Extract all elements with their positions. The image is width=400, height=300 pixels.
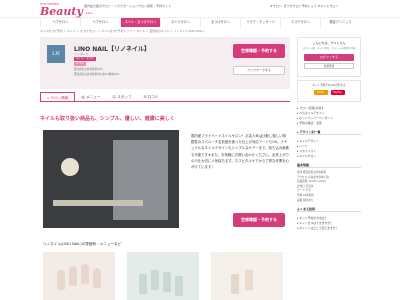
info-row: 設備 個室あり bbox=[297, 198, 314, 202]
login-greeting: こんにちは、ゲストさん bbox=[312, 41, 346, 45]
points-banner[interactable]: ネット予約でPontaが貯まる Ponta PayPay bbox=[297, 80, 361, 102]
basic-info: 住所 愛知県名古屋市緑区 アクセス 名古屋市営地下鉄 営業時間 10:00〜19… bbox=[297, 171, 361, 203]
tab-label: サロン情報 bbox=[50, 96, 69, 100]
header-description: 国内最大級のサロン・リラクゼーションサロン検索・予約サイト bbox=[84, 4, 204, 9]
side-link-list: ▸ サロン(店舗)を探す ▸ 人気ネイルデザイン ▸ ホットペッパーペンダント … bbox=[297, 106, 361, 126]
catch-copy: ネイルも取り扱い商品も、シンプル、優しい、健康に美しく bbox=[40, 116, 175, 122]
gallery-title: リノネイル(LINO NAIL)の雰囲気・メニューなど bbox=[43, 242, 122, 246]
points-title: ネット予約でPontaが貯まる bbox=[312, 84, 346, 87]
login-box: こんにちは、ゲストさん ログイン後、ネイル予約、ポイントの利用が可能 ログインす… bbox=[297, 37, 361, 77]
side-link[interactable]: ▸ ネイルサロン bbox=[297, 154, 361, 159]
product-bottle bbox=[231, 274, 239, 294]
nail-shape bbox=[81, 264, 89, 284]
side-heading: ▸ デザイン別一覧 bbox=[297, 130, 361, 135]
faq-list: ▸ ネット予約の方法は？ ▸ キャンセルはできますか？ ▸ ポイントはどこで使え… bbox=[297, 216, 361, 231]
photo-lamp bbox=[61, 158, 79, 176]
salon-tabs: ⌂ サロン情報 ▤ メニュー ☺ スタッフ ✉ 口コミ bbox=[40, 92, 290, 102]
payment-icons: Ponta PayPay bbox=[298, 90, 360, 95]
salon-logo: LN bbox=[47, 45, 65, 63]
tab-menu[interactable]: ▤ メニュー bbox=[75, 92, 106, 101]
tab-reviews[interactable]: ✉ 口コミ bbox=[138, 92, 165, 101]
salon-photo bbox=[43, 130, 179, 228]
side-link-list: ▸ ネイルデザイン ▸ ハンド ▸ スタイリスト ▸ ネイルサロン bbox=[297, 139, 361, 159]
side-link[interactable]: ▸ 予約の確認・変更 bbox=[297, 121, 361, 126]
gnav-item[interactable]: ネイルサロン bbox=[160, 18, 200, 27]
gnav-item-active[interactable]: ネイル・まつげサロン bbox=[120, 18, 160, 27]
category-badge: ネイル・まつげ bbox=[74, 57, 96, 61]
global-nav: ヘアサロン ヘアサロン ネイル・まつげサロン ネイルサロン まつげサロン リラク… bbox=[40, 18, 360, 27]
header-links[interactable]: ★サロン: まつげサロン予約トップ ★ネイルサロン bbox=[270, 4, 338, 8]
gnav-item[interactable]: エステサロン bbox=[280, 18, 320, 27]
brand-sub: Salon bbox=[86, 12, 93, 15]
product-bottle bbox=[245, 270, 253, 290]
gnav-item[interactable]: ヘアサロン bbox=[80, 18, 120, 27]
gallery-image[interactable] bbox=[127, 252, 199, 300]
ponta-icon: Ponta bbox=[313, 90, 328, 95]
paypay-icon: PayPay bbox=[330, 90, 345, 95]
tab-staff[interactable]: ☺ スタッフ bbox=[106, 92, 137, 101]
photo-wall bbox=[113, 140, 168, 220]
header-desc-line: 国内最大級のサロン・リラクゼーションサロン検索・予約サイト bbox=[84, 4, 171, 8]
side-heading: 基本情報 bbox=[297, 163, 361, 168]
photo-table bbox=[53, 200, 143, 206]
site-logo[interactable]: Beauty bbox=[40, 5, 83, 18]
login-button[interactable]: ログインする bbox=[304, 53, 354, 61]
tab-label: 口コミ bbox=[147, 95, 159, 99]
category-badge: ネイル bbox=[74, 62, 86, 66]
sidebar: こんにちは、ゲストさん ログイン後、ネイル予約、ポイントの利用が可能 ログインす… bbox=[297, 37, 361, 300]
product-bottle bbox=[139, 274, 147, 294]
gallery bbox=[43, 252, 293, 300]
product-bottle bbox=[163, 272, 171, 292]
product-bottle bbox=[175, 276, 183, 296]
gallery-image[interactable] bbox=[211, 252, 283, 300]
signup-button[interactable]: 新規登録 bbox=[304, 62, 354, 69]
product-bottle bbox=[151, 270, 159, 290]
salon-header: LN LINO NAIL【リノネイル】 リノネイル ネイル・まつげ ネイル 愛知… bbox=[40, 37, 290, 89]
nail-shape bbox=[57, 270, 65, 290]
salon-description: 国内産プライベートネイルサロン！お店人気は比較し優しい明鏡性のスパルーチ名前度を… bbox=[191, 134, 289, 170]
nail-shape bbox=[69, 266, 77, 286]
bookmark-button[interactable]: ブックマークする bbox=[233, 66, 285, 75]
side-heading: よくある質問 bbox=[297, 207, 361, 213]
site-header: HOT PEPPER Beauty Salon 国内最大級のサロン・リラクゼーシ… bbox=[0, 0, 400, 18]
nail-shape bbox=[93, 268, 101, 288]
salon-kana: リノネイル bbox=[74, 52, 90, 56]
tab-label: スタッフ bbox=[117, 95, 132, 99]
gnav-item[interactable]: ヘアサロン bbox=[40, 18, 80, 27]
gnav-item[interactable]: リラク・マッサージ bbox=[240, 18, 280, 27]
login-note: ログイン後、ネイル予約、ポイントの利用が可能 bbox=[302, 47, 356, 50]
tab-label: メニュー bbox=[85, 95, 101, 99]
faq-link[interactable]: ▸ ポイントはどこで使えますか？ bbox=[297, 226, 361, 231]
salon-address: 愛知県名古屋市緑区XXX 愛知県名古屋市緑区神の倉XX番地XXX bbox=[74, 68, 119, 77]
gallery-image[interactable] bbox=[43, 252, 115, 300]
gnav-item[interactable]: 美容クリニック bbox=[320, 18, 360, 27]
address-line: 愛知県名古屋市緑区神の倉XX番地XXX bbox=[74, 72, 120, 76]
tab-salon-info[interactable]: ⌂ サロン情報 bbox=[40, 92, 76, 101]
reserve-button-secondary[interactable]: 空席確認・予約する bbox=[233, 213, 285, 227]
reserve-button[interactable]: 空席確認・予約する bbox=[233, 44, 285, 58]
gnav-item[interactable]: まつげサロン bbox=[200, 18, 240, 27]
breadcrumb[interactable]: ネイルまつげ予約 ＞ ネイル ＞ まつげサロン ＞ ネイルまつげ予約トップ ＞ … bbox=[40, 29, 204, 33]
